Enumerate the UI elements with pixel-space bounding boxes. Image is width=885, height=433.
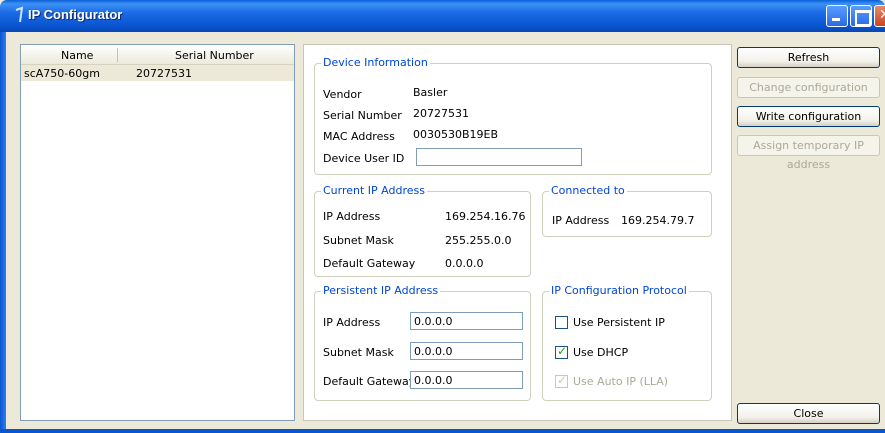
- current-ip-address-value: 169.254.16.76: [445, 210, 526, 223]
- mac-address-label: MAC Address: [323, 130, 395, 143]
- column-header-serial[interactable]: Serial Number: [175, 49, 254, 62]
- device-details-panel: Device Information Vendor Basler Serial …: [303, 44, 732, 421]
- persistent-gateway-label: Default Gateway: [323, 375, 416, 388]
- persistent-subnet-mask-label: Subnet Mask: [323, 346, 394, 359]
- persistent-gateway-input[interactable]: [410, 371, 523, 389]
- persistent-ip-title: Persistent IP Address: [321, 284, 441, 297]
- use-dhcp-label[interactable]: Use DHCP: [573, 346, 628, 359]
- current-gateway-label: Default Gateway: [323, 257, 416, 270]
- connected-to-group: Connected to IP Address 169.254.79.7: [542, 184, 712, 237]
- ip-configuration-protocol-title: IP Configuration Protocol: [549, 284, 689, 297]
- current-subnet-mask-value: 255.255.0.0: [445, 234, 512, 247]
- device-user-id-input[interactable]: [416, 148, 582, 166]
- refresh-button[interactable]: Refresh: [737, 47, 880, 68]
- column-separator[interactable]: [117, 48, 118, 62]
- current-ip-title: Current IP Address: [321, 184, 427, 197]
- current-ip-address-label: IP Address: [323, 210, 381, 223]
- app-icon: [15, 6, 24, 23]
- connected-ip-address-label: IP Address: [552, 214, 610, 227]
- list-item[interactable]: scA750-60gm 20727531: [21, 65, 294, 81]
- current-subnet-mask-label: Subnet Mask: [323, 234, 394, 247]
- device-list[interactable]: Name Serial Number scA750-60gm 20727531: [20, 44, 295, 421]
- list-item-serial: 20727531: [136, 67, 192, 80]
- serial-number-label: Serial Number: [323, 109, 402, 122]
- current-ip-group: Current IP Address IP Address 169.254.16…: [314, 184, 531, 277]
- change-configuration-button: Change configuration: [737, 77, 880, 98]
- persistent-ip-address-input[interactable]: [410, 312, 523, 330]
- minimize-icon[interactable]: [826, 5, 848, 27]
- device-user-id-label: Device User ID: [323, 152, 405, 165]
- mac-address-value: 0030530B19EB: [413, 128, 499, 141]
- persistent-ip-group: Persistent IP Address IP Address Subnet …: [314, 284, 531, 401]
- close-icon[interactable]: [874, 5, 885, 27]
- list-item-name: scA750-60gm: [24, 67, 100, 80]
- close-button[interactable]: Close: [737, 403, 880, 424]
- serial-number-value: 20727531: [413, 107, 469, 120]
- title-bar: IP Configurator: [0, 0, 885, 32]
- persistent-subnet-mask-input[interactable]: [410, 342, 523, 360]
- use-auto-ip-label: Use Auto IP (LLA): [573, 375, 669, 388]
- write-configuration-button[interactable]: Write configuration: [737, 106, 880, 127]
- connected-ip-address-value: 169.254.79.7: [621, 214, 695, 227]
- use-persistent-ip-label[interactable]: Use Persistent IP: [573, 316, 665, 329]
- ip-configuration-protocol-group: IP Configuration Protocol Use Persistent…: [542, 284, 712, 401]
- maximize-icon[interactable]: [850, 5, 872, 27]
- device-information-group: Device Information Vendor Basler Serial …: [314, 56, 712, 175]
- use-auto-ip-checkbox: [555, 373, 568, 388]
- device-information-title: Device Information: [321, 56, 430, 69]
- column-header-name[interactable]: Name: [61, 49, 93, 62]
- window-frame-left: [0, 32, 6, 433]
- vendor-label: Vendor: [323, 88, 362, 101]
- window-title: IP Configurator: [28, 7, 123, 22]
- use-persistent-ip-checkbox[interactable]: [555, 316, 568, 329]
- list-header: Name Serial Number: [21, 45, 294, 65]
- current-gateway-value: 0.0.0.0: [445, 257, 484, 270]
- connected-to-title: Connected to: [549, 184, 627, 197]
- window-frame-bottom: [0, 429, 885, 433]
- vendor-value: Basler: [413, 86, 448, 99]
- use-dhcp-checkbox[interactable]: [555, 344, 568, 359]
- persistent-ip-address-label: IP Address: [323, 316, 381, 329]
- assign-temporary-ip-button: Assign temporary IP address: [737, 135, 880, 171]
